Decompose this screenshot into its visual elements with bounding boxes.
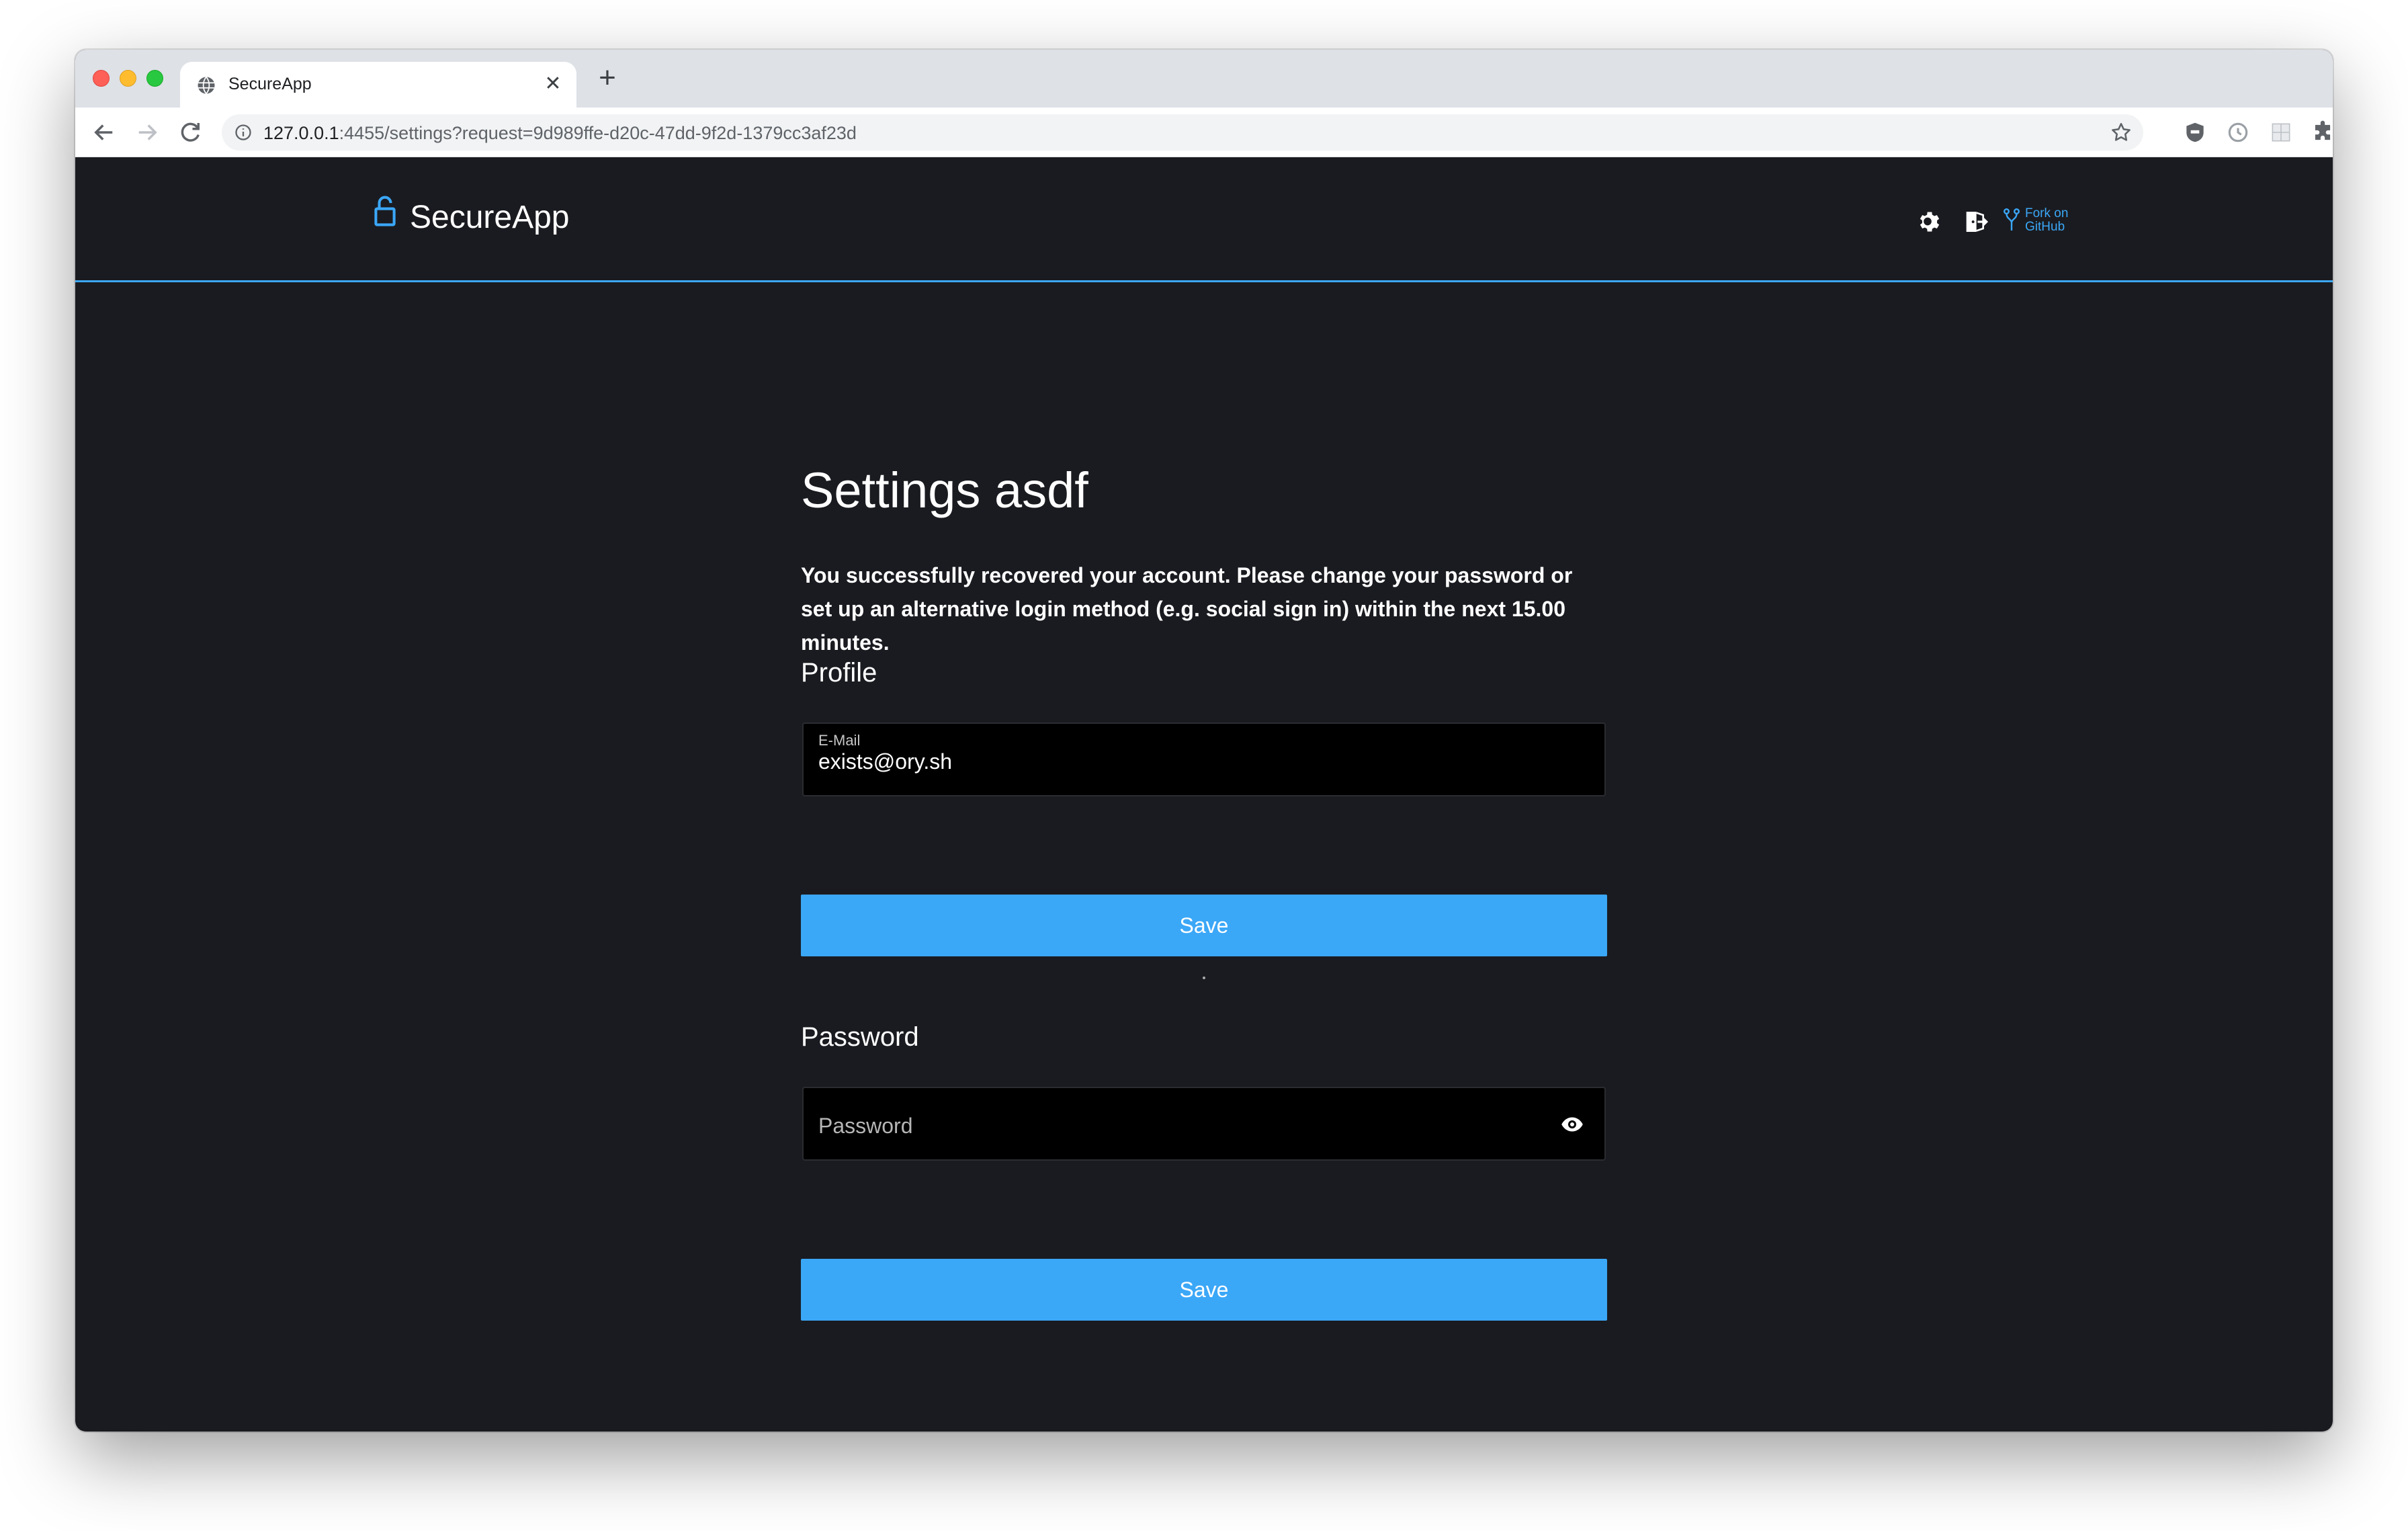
recovery-notice: You successfully recovered your account.… [801, 563, 1573, 655]
minimize-window-button[interactable] [120, 70, 136, 87]
gear-icon[interactable] [1916, 208, 1943, 235]
fork-text: Fork on GitHub [2025, 207, 2086, 234]
fork-line-1: Fork on [2025, 206, 2069, 220]
password-field[interactable]: Password [802, 1087, 1606, 1161]
email-value[interactable]: exists@ory.sh [818, 749, 952, 774]
tab-title: SecureApp [228, 75, 312, 93]
eye-icon[interactable] [1560, 1112, 1584, 1136]
close-window-button[interactable] [93, 70, 110, 87]
new-tab-button[interactable]: + [593, 63, 622, 94]
close-tab-icon[interactable]: ✕ [542, 73, 564, 95]
separator-dot [1203, 977, 1205, 979]
profile-heading: Profile [801, 658, 877, 688]
globe-icon [198, 76, 215, 95]
browser-tab[interactable]: SecureApp ✕ [180, 62, 576, 108]
fork-on-github-link[interactable]: Fork on GitHub [2004, 207, 2077, 237]
email-field[interactable]: E-Mail exists@ory.sh [802, 722, 1606, 796]
info-icon[interactable] [234, 123, 253, 142]
browser-toolbar: 127.0.0.1:4455/settings?request=9d989ffe… [75, 108, 2333, 157]
url-path: :4455/settings?request=9d989ffe-d20c-47d… [339, 123, 857, 143]
clock-extension-icon[interactable] [2225, 120, 2251, 145]
reload-button[interactable] [176, 118, 204, 147]
arrow-left-icon [94, 124, 113, 140]
url-text: 127.0.0.1:4455/settings?request=9d989ffe… [263, 123, 857, 144]
git-fork-icon [2004, 208, 2020, 231]
main-content: Settings asdf You successfully recovered… [75, 284, 2333, 1432]
maximize-window-button[interactable] [146, 70, 163, 87]
forward-button[interactable] [133, 118, 161, 147]
password-save-button[interactable]: Save [801, 1259, 1607, 1321]
url-host: 127.0.0.1 [263, 123, 339, 143]
grid-extension-icon[interactable] [2268, 120, 2294, 145]
profile-save-button[interactable]: Save [801, 895, 1607, 956]
arrow-right-icon [138, 124, 157, 140]
app-header: SecureApp Fork on GitHub [75, 157, 2333, 282]
password-heading: Password [801, 1022, 919, 1052]
tab-strip: SecureApp ✕ + [75, 50, 2333, 108]
address-bar[interactable]: 127.0.0.1:4455/settings?request=9d989ffe… [222, 114, 2143, 151]
reload-icon [181, 122, 200, 142]
back-button[interactable] [90, 118, 118, 147]
brand-name[interactable]: SecureApp [410, 199, 570, 236]
email-label: E-Mail [818, 732, 861, 749]
lock-icon [374, 196, 396, 226]
password-placeholder[interactable]: Password [818, 1114, 913, 1139]
fork-line-2: GitHub [2025, 220, 2065, 234]
browser-window: SecureApp ✕ + 127.0.0.1:4455/settings?re… [75, 50, 2333, 1432]
page-title: Settings asdf [801, 462, 1088, 518]
puzzle-extensions-icon[interactable] [2310, 120, 2333, 145]
bookmark-star-icon[interactable] [2110, 121, 2133, 144]
shield-extension-icon[interactable] [2182, 120, 2208, 145]
logout-icon[interactable] [1962, 208, 1989, 235]
